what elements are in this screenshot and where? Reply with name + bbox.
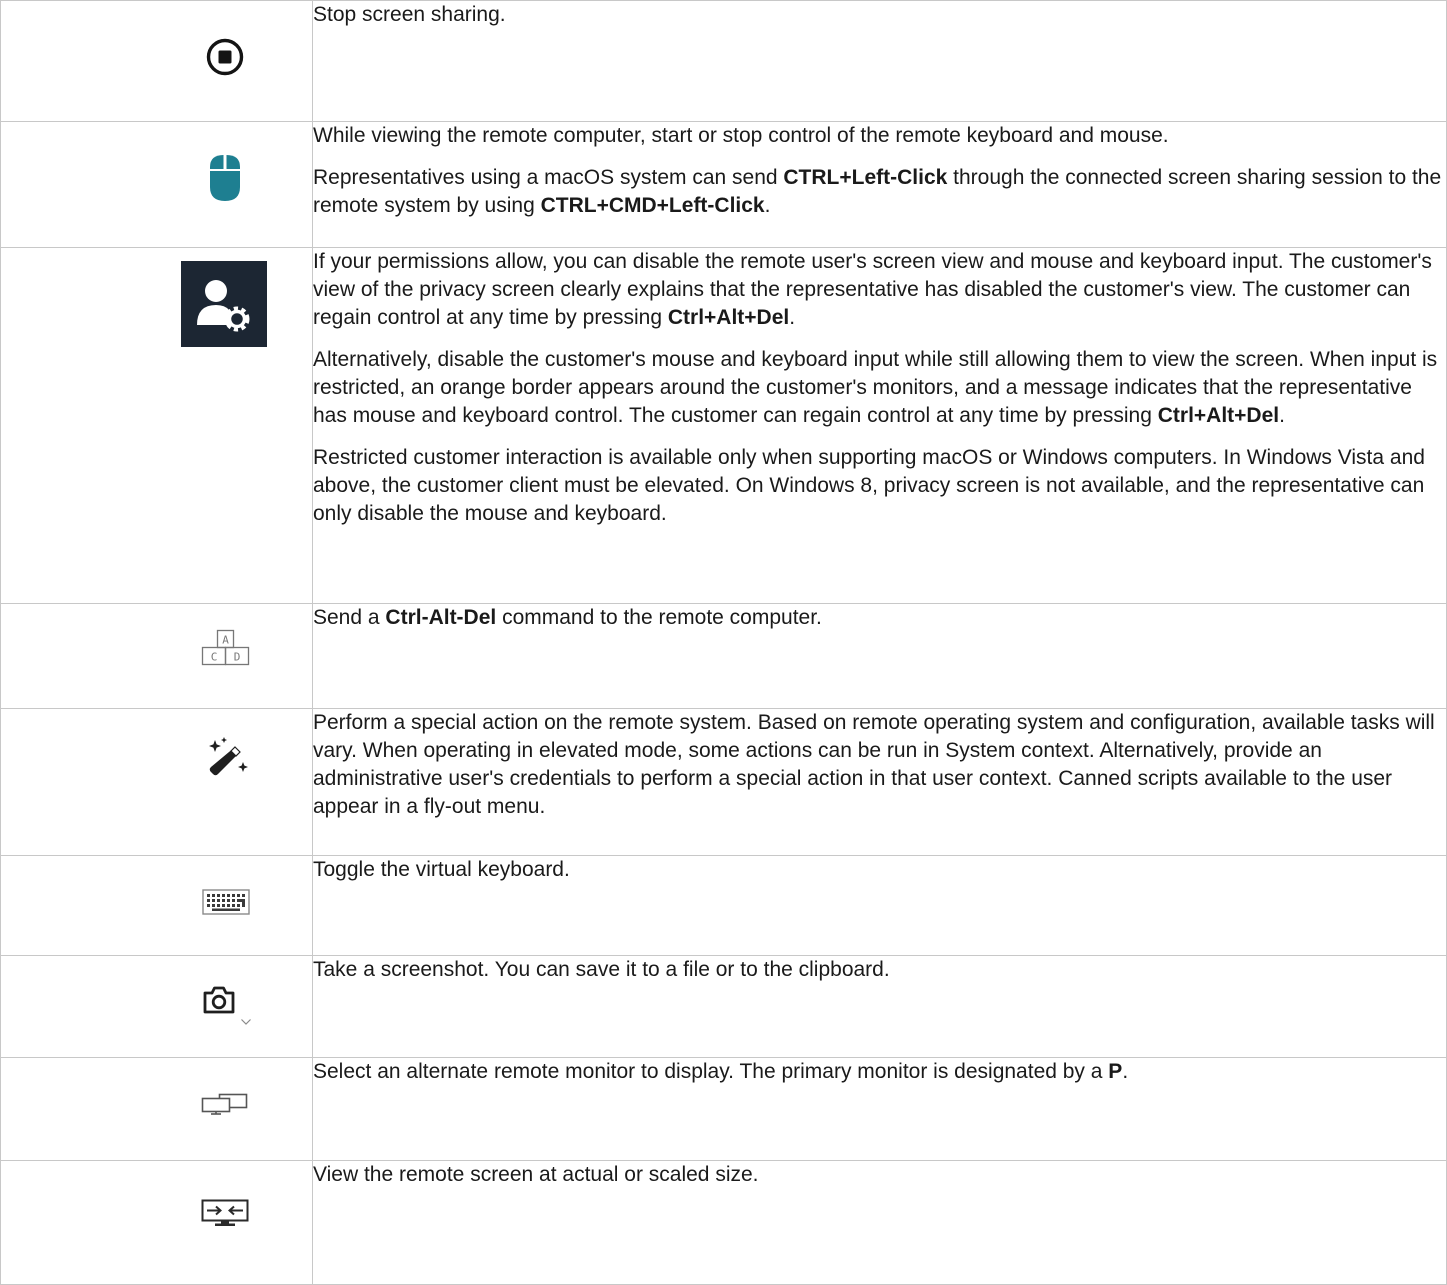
description-paragraph: Restricted customer interaction is avail… [313,444,1446,528]
text-run: Stop screen sharing. [313,3,506,26]
table-row: Stop screen sharing. [0,0,1447,122]
key-d-label: D [234,651,241,664]
text-run-bold: CTRL+Left-Click [783,166,948,189]
feature-table: Stop screen sharing. While viewing the r… [0,0,1447,1285]
description-cell: Send a Ctrl-Alt-Del command to the remot… [312,603,1447,709]
icon-cell [0,247,313,604]
description-paragraph: Representatives using a macOS system can… [313,164,1446,220]
description-paragraph: Send a Ctrl-Alt-Del command to the remot… [313,604,1446,632]
keyboard-icon [202,889,250,915]
table-row: While viewing the remote computer, start… [0,121,1447,248]
table-row: Select an alternate remote monitor to di… [0,1057,1447,1161]
text-run: . [764,194,771,217]
description-cell: While viewing the remote computer, start… [312,121,1447,248]
key-a-label: A [222,634,229,647]
ctrl-alt-del-icon: A C D [201,629,251,669]
text-run: . [1122,1060,1129,1083]
description-paragraph: Select an alternate remote monitor to di… [313,1058,1446,1086]
icon-cell [0,955,313,1058]
description-paragraph: Take a screenshot. You can save it to a … [313,956,1446,984]
text-run: Toggle the virtual keyboard. [313,858,570,881]
table-row: A C D Send a Ctrl-Alt-Del command to the… [0,603,1447,709]
text-run-bold: Ctrl+Alt+Del [667,306,790,329]
description-cell: View the remote screen at actual or scal… [312,1160,1447,1285]
description-cell: If your permissions allow, you can disab… [312,247,1447,604]
icon-cell [0,1057,313,1161]
icon-cell [0,708,313,856]
text-run: command to the remote computer. [496,606,822,629]
magic-wand-icon [205,736,249,780]
description-cell: Take a screenshot. You can save it to a … [312,955,1447,1058]
icon-cell [0,121,313,248]
user-settings-icon [181,261,267,347]
text-run: . [1279,404,1285,427]
text-run-bold: Ctrl-Alt-Del [385,606,497,629]
icon-cell [0,0,313,122]
description-paragraph: Alternatively, disable the customer's mo… [313,346,1446,430]
key-c-label: C [211,651,218,664]
table-row: If your permissions allow, you can disab… [0,247,1447,604]
description-paragraph: If your permissions allow, you can disab… [313,248,1446,332]
text-run: View the remote screen at actual or scal… [313,1163,759,1186]
text-run-bold: Ctrl+Alt+Del [1157,404,1280,427]
stop-circle-icon [206,38,244,76]
text-run: Representatives using a macOS system can… [313,166,784,189]
text-run-bold: P [1108,1060,1123,1083]
text-run-bold: CTRL+CMD+Left-Click [540,194,765,217]
text-run: While viewing the remote computer, start… [313,124,1169,147]
camera-icon [202,985,236,1015]
description-paragraph: Perform a special action on the remote s… [313,709,1446,821]
table-row: Perform a special action on the remote s… [0,708,1447,856]
text-run: Restricted customer interaction is avail… [313,446,1425,525]
text-run: . [789,306,796,329]
chevron-down-icon [240,1018,252,1026]
description-paragraph: View the remote screen at actual or scal… [313,1161,1446,1189]
icon-cell [0,855,313,956]
description-paragraph: Stop screen sharing. [313,1,1446,29]
text-run: Perform a special action on the remote s… [313,711,1435,818]
text-run: If your permissions allow, you can disab… [313,250,1432,329]
description-cell: Select an alternate remote monitor to di… [312,1057,1447,1161]
monitors-icon [201,1093,249,1115]
table-row: View the remote screen at actual or scal… [0,1160,1447,1285]
table-row: Take a screenshot. You can save it to a … [0,955,1447,1058]
description-paragraph: Toggle the virtual keyboard. [313,856,1446,884]
mouse-icon [208,153,242,203]
table-row: Toggle the virtual keyboard. [0,855,1447,956]
icon-cell: A C D [0,603,313,709]
icon-cell [0,1160,313,1285]
text-run: Take a screenshot. You can save it to a … [313,958,890,981]
description-cell: Perform a special action on the remote s… [312,708,1447,856]
description-cell: Toggle the virtual keyboard. [312,855,1447,956]
text-run: Select an alternate remote monitor to di… [313,1060,1109,1083]
scale-screen-icon [201,1199,249,1227]
description-cell: Stop screen sharing. [312,0,1447,122]
description-paragraph: While viewing the remote computer, start… [313,122,1446,150]
text-run: Send a [313,606,386,629]
